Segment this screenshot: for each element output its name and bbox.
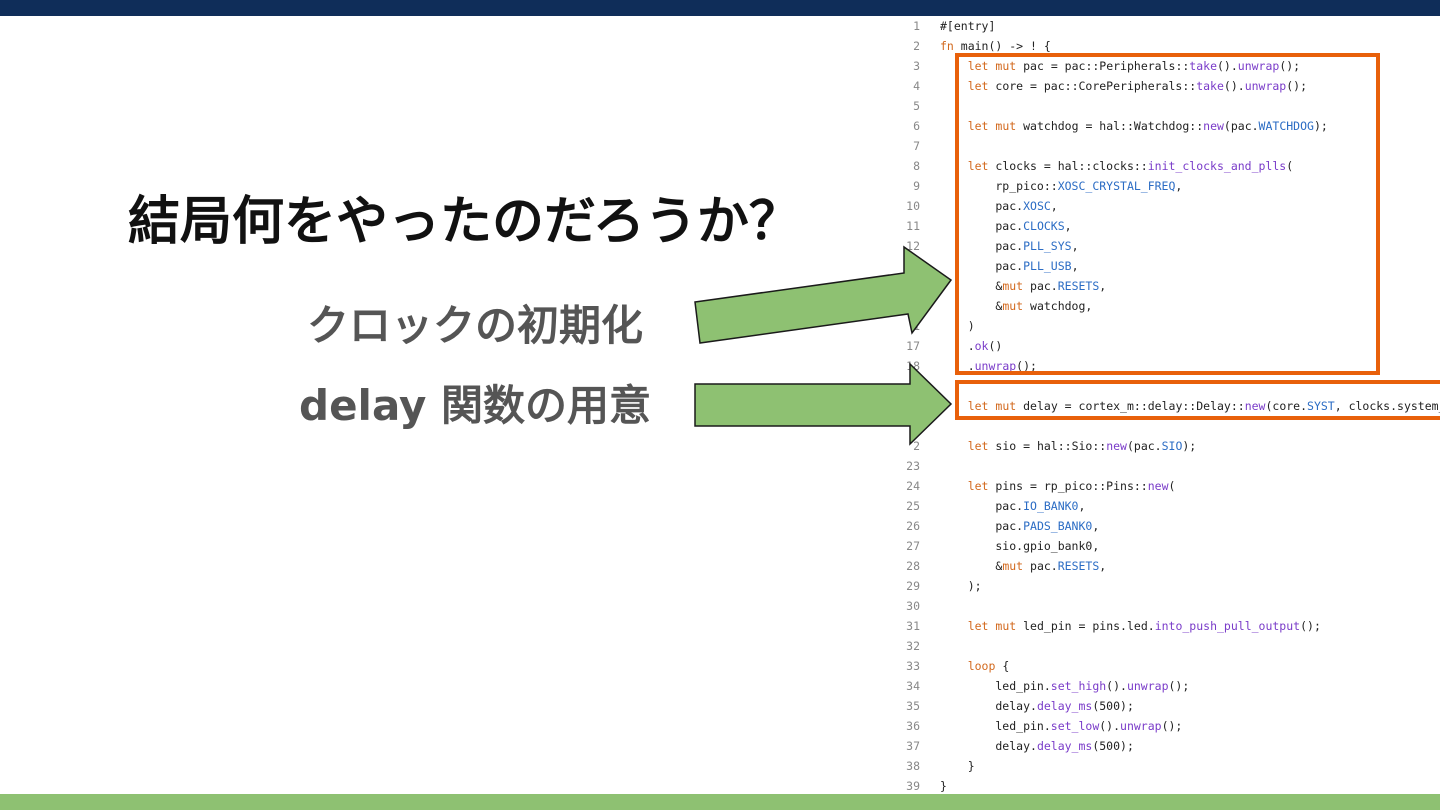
arrows-layer bbox=[694, 245, 953, 446]
arrow-delay-icon bbox=[694, 362, 953, 446]
bottom-banner-bar bbox=[0, 794, 1440, 810]
arrow-clock-init-icon bbox=[694, 245, 953, 344]
